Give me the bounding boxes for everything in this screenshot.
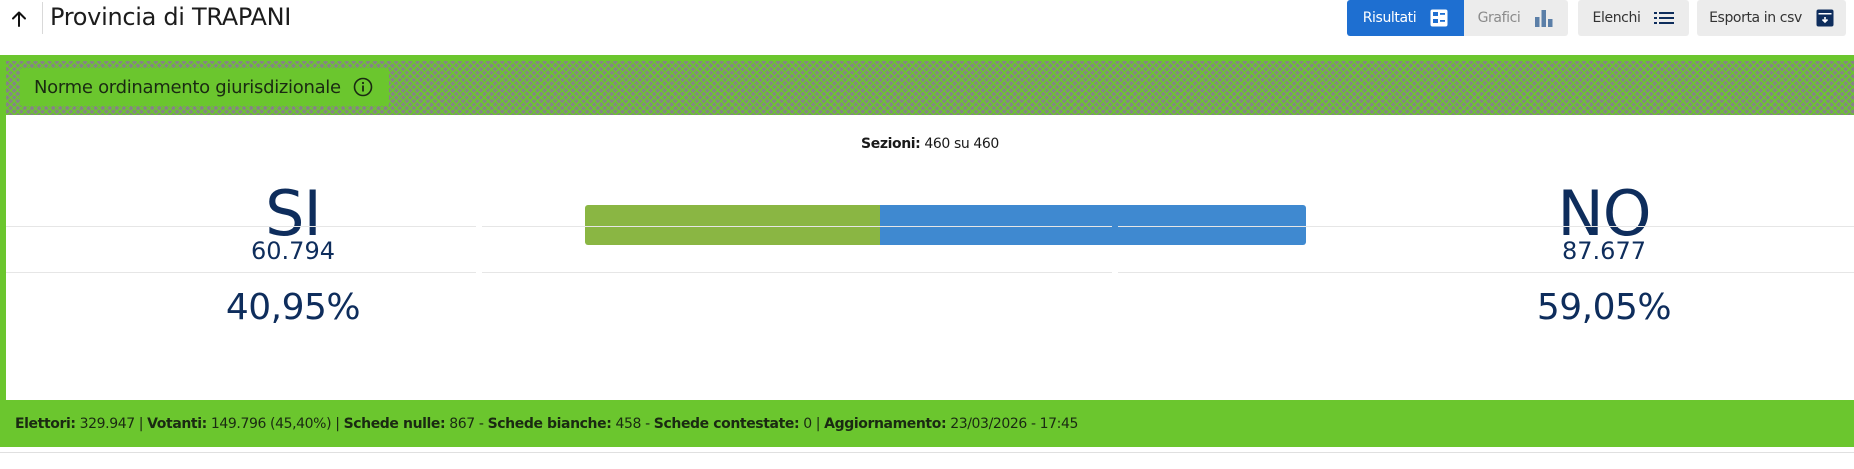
panel-footer: Elettori: 329.947 | Votanti: 149.796 (45… bbox=[0, 400, 1854, 447]
bianche-label: Schede bianche: bbox=[487, 415, 612, 432]
esporta-csv-button[interactable]: Esporta in csv bbox=[1697, 0, 1846, 36]
page-title: Provincia di TRAPANI bbox=[50, 3, 292, 31]
sezioni-info: Sezioni: 460 su 460 bbox=[6, 136, 1854, 152]
votanti-value: 149.796 (45,40%) bbox=[210, 415, 332, 432]
elenchi-label: Elenchi bbox=[1592, 10, 1641, 26]
si-percent: 40,95% bbox=[225, 287, 361, 328]
sezioni-label: Sezioni: bbox=[861, 136, 921, 152]
bar-segment-si bbox=[585, 205, 881, 245]
list-icon bbox=[1654, 12, 1675, 24]
nulle-value: 867 bbox=[449, 415, 475, 432]
row-divider bbox=[6, 272, 476, 273]
grafici-label: Grafici bbox=[1477, 10, 1521, 26]
sezioni-value: 460 su 460 bbox=[924, 136, 999, 152]
no-votes: 87.677 bbox=[1562, 237, 1646, 265]
no-percent: 59,05% bbox=[1536, 287, 1672, 328]
bar-segment-no bbox=[880, 205, 1306, 245]
referendum-panel: Norme ordinamento giurisdizionale Sezion… bbox=[0, 55, 1854, 447]
esporta-label: Esporta in csv bbox=[1709, 10, 1802, 26]
row-divider bbox=[1118, 272, 1854, 273]
elettori-value: 329.947 bbox=[79, 415, 135, 432]
elettori-label: Elettori: bbox=[15, 415, 76, 432]
si-votes: 60.794 bbox=[251, 237, 335, 265]
grafici-button[interactable]: Grafici bbox=[1464, 0, 1568, 36]
aggiornamento-value: 23/03/2026 - 17:45 bbox=[950, 415, 1079, 432]
risultati-label: Risultati bbox=[1362, 10, 1417, 26]
bottom-divider bbox=[0, 452, 1854, 453]
list-detail-icon bbox=[1430, 9, 1448, 27]
top-bar: Provincia di TRAPANI Risultati Grafici E… bbox=[0, 0, 1854, 52]
risultati-button[interactable]: Risultati bbox=[1347, 0, 1464, 36]
panel-header: Norme ordinamento giurisdizionale bbox=[0, 55, 1854, 115]
results-bar bbox=[585, 205, 1306, 245]
info-icon[interactable] bbox=[353, 77, 373, 97]
aggiornamento-label: Aggiornamento: bbox=[824, 415, 947, 432]
row-divider bbox=[482, 272, 1112, 273]
panel-top-strip bbox=[0, 55, 1854, 61]
bar-chart-icon bbox=[1535, 10, 1553, 27]
row-divider bbox=[6, 226, 476, 227]
votanti-label: Votanti: bbox=[147, 415, 207, 432]
question-box: Norme ordinamento giurisdizionale bbox=[20, 68, 389, 106]
contestate-label: Schede contestate: bbox=[653, 415, 800, 432]
elenchi-button[interactable]: Elenchi bbox=[1578, 0, 1689, 36]
header-divider bbox=[42, 2, 43, 34]
row-divider bbox=[1118, 226, 1854, 227]
nulle-label: Schede nulle: bbox=[343, 415, 446, 432]
question-label: Norme ordinamento giurisdizionale bbox=[34, 76, 341, 98]
row-divider bbox=[482, 226, 1112, 227]
arrow-up-icon bbox=[12, 11, 26, 27]
back-button[interactable] bbox=[6, 6, 32, 32]
bianche-value: 458 bbox=[615, 415, 642, 432]
contestate-value: 0 bbox=[803, 415, 812, 432]
archive-download-icon bbox=[1816, 9, 1834, 27]
